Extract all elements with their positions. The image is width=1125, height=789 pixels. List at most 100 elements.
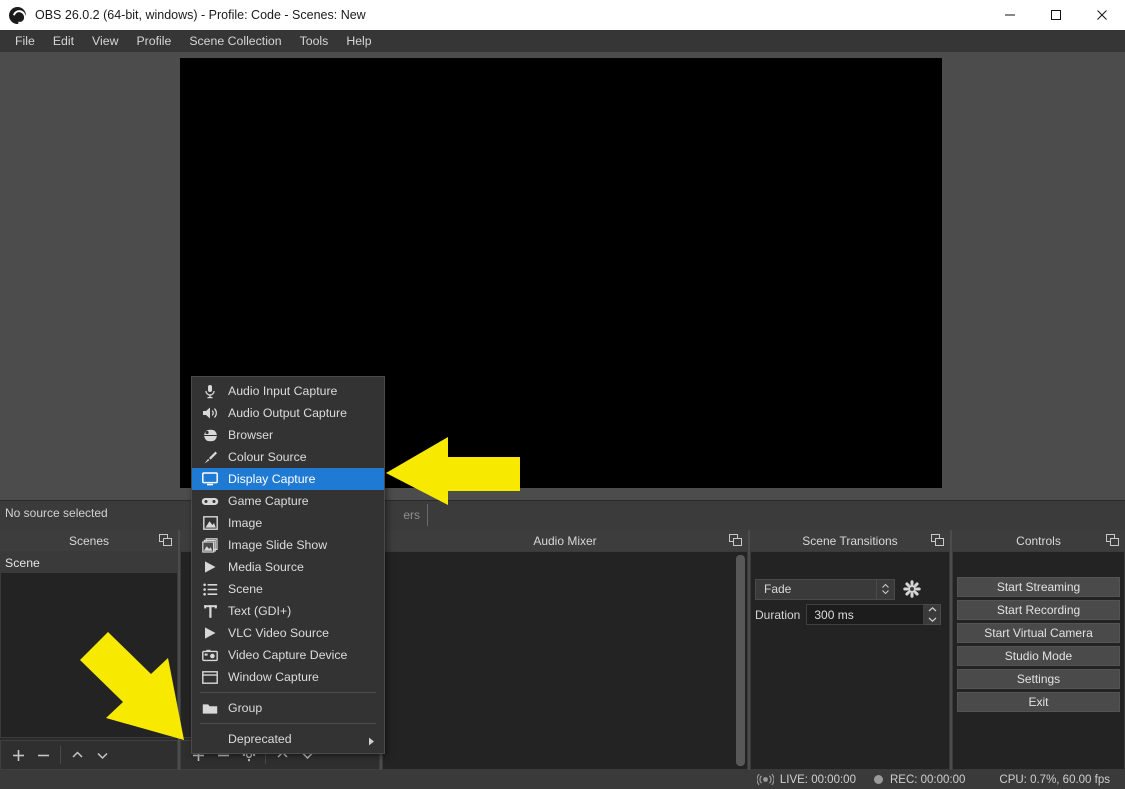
live-status: LIVE: 00:00:00 [757,773,856,786]
ctx-item-vlc-video-source[interactable]: VLC Video Source [192,622,384,644]
float-dock-icon[interactable] [159,534,172,547]
float-dock-icon[interactable] [931,534,944,547]
menu-tools[interactable]: Tools [291,31,338,51]
menu-edit[interactable]: Edit [44,31,83,51]
duration-stepper-up-icon[interactable] [924,605,940,615]
ctx-item-game-capture[interactable]: Game Capture [192,490,384,512]
image-icon [198,514,222,532]
ctx-item-label: Text (GDI+) [228,604,291,618]
transition-select[interactable]: Fade [755,579,895,600]
minimize-icon[interactable] [987,0,1033,30]
float-dock-icon[interactable] [729,534,742,547]
duration-stepper-down-icon[interactable] [924,615,940,625]
ctx-item-media-source[interactable]: Media Source [192,556,384,578]
status-bar: LIVE: 00:00:00 REC: 00:00:00 CPU: 0.7%, … [0,770,1125,789]
start-recording-button[interactable]: Start Recording [957,600,1120,620]
close-icon[interactable] [1079,0,1125,30]
ctx-item-browser[interactable]: Browser [192,424,384,446]
scene-list-item[interactable]: Scene [1,552,177,573]
camera-icon [198,646,222,664]
ctx-item-colour-source[interactable]: Colour Source [192,446,384,468]
transition-selector-row: Fade [755,578,925,600]
scene-transitions-dock-title-label: Scene Transitions [802,534,897,548]
scenes-dock: Scenes Scene [0,530,178,770]
controls-dock: Controls Start Streaming Start Recording… [952,530,1125,770]
ctx-item-label: VLC Video Source [228,626,329,640]
scene-transitions-body: Fade Duration 300 ms [750,551,950,770]
remove-scene-button[interactable] [31,742,56,768]
ctx-item-display-capture[interactable]: Display Capture [192,468,384,490]
gamepad-icon [198,492,222,510]
menu-file[interactable]: File [6,31,44,51]
monitor-icon [198,470,222,488]
start-virtual-camera-button[interactable]: Start Virtual Camera [957,623,1120,643]
scene-transitions-dock-title: Scene Transitions [750,530,950,551]
list-icon [198,580,222,598]
audio-mixer-body [382,551,748,770]
ctx-item-label: Browser [228,428,273,442]
menu-help[interactable]: Help [337,31,380,51]
exit-button[interactable]: Exit [957,692,1120,712]
maximize-icon[interactable] [1033,0,1079,30]
audio-mixer-dock: Audio Mixer [382,530,748,770]
float-dock-icon[interactable] [1106,534,1119,547]
chevron-updown-icon[interactable] [876,580,894,599]
duration-stepper[interactable] [924,604,941,625]
ctx-item-label: Audio Output Capture [228,406,347,420]
ctx-item-window-capture[interactable]: Window Capture [192,666,384,688]
play-icon [198,558,222,576]
ctx-item-label: Game Capture [228,494,309,508]
ctx-item-label: Image [228,516,262,530]
ctx-item-group[interactable]: Group [192,697,384,719]
ctx-item-image[interactable]: Image [192,512,384,534]
menu-profile[interactable]: Profile [127,31,180,51]
menu-bar: File Edit View Profile Scene Collection … [0,30,1125,52]
ctx-item-label: Image Slide Show [228,538,327,552]
ctx-item-image-slide-show[interactable]: Image Slide Show [192,534,384,556]
audio-mixer-dock-title-label: Audio Mixer [533,534,596,548]
ctx-item-audio-input-capture[interactable]: Audio Input Capture [192,380,384,402]
duration-input[interactable]: 300 ms [806,604,924,625]
ctx-item-label: Audio Input Capture [228,384,337,398]
record-dot-icon [874,775,883,784]
start-streaming-button[interactable]: Start Streaming [957,577,1120,597]
scene-transitions-dock: Scene Transitions Fade [750,530,950,770]
ctx-item-label: Media Source [228,560,304,574]
add-source-context-menu: Audio Input Capture Audio Output Capture… [191,376,385,754]
audio-mixer-dock-title: Audio Mixer [382,530,748,551]
menu-view[interactable]: View [83,31,127,51]
scenes-list[interactable]: Scene [0,551,178,738]
no-source-selected-label: No source selected [5,506,108,520]
ctx-item-label: Deprecated [228,732,292,746]
title-bar: OBS 26.0.2 (64-bit, windows) - Profile: … [0,0,1125,30]
scenes-dock-title: Scenes [0,530,178,551]
transition-properties-gear-icon[interactable] [899,578,925,600]
obs-studio-window: OBS 26.0.2 (64-bit, windows) - Profile: … [0,0,1125,789]
audio-mixer-scrollbar[interactable] [736,555,745,766]
menu-scene-collection[interactable]: Scene Collection [180,31,290,51]
globe-icon [198,426,222,444]
move-scene-up-button[interactable] [65,742,90,768]
properties-divider [427,504,428,526]
rec-status: REC: 00:00:00 [856,774,965,786]
window-controls [987,0,1125,30]
studio-mode-button[interactable]: Studio Mode [957,646,1120,666]
ctx-item-scene[interactable]: Scene [192,578,384,600]
audio-mixer-scrollbar-thumb[interactable] [736,555,745,766]
ctx-item-text-gdi[interactable]: Text (GDI+) [192,600,384,622]
ctx-item-deprecated[interactable]: Deprecated [192,728,384,750]
cpu-usage-label: CPU: 0.7%, 60.00 fps [999,774,1110,786]
ctx-item-video-capture-device[interactable]: Video Capture Device [192,644,384,666]
image-stack-icon [198,536,222,554]
transition-duration-row: Duration 300 ms [755,604,941,625]
chevron-right-icon [368,735,375,749]
move-scene-down-button[interactable] [90,742,115,768]
folder-icon [198,699,222,717]
source-properties-strip: No source selected ers [0,500,1125,530]
context-menu-separator [200,692,376,693]
settings-button[interactable]: Settings [957,669,1120,689]
live-timer-label: LIVE: 00:00:00 [780,774,856,786]
ctx-item-audio-output-capture[interactable]: Audio Output Capture [192,402,384,424]
scenes-toolbar-separator [60,746,61,764]
add-scene-button[interactable] [6,742,31,768]
